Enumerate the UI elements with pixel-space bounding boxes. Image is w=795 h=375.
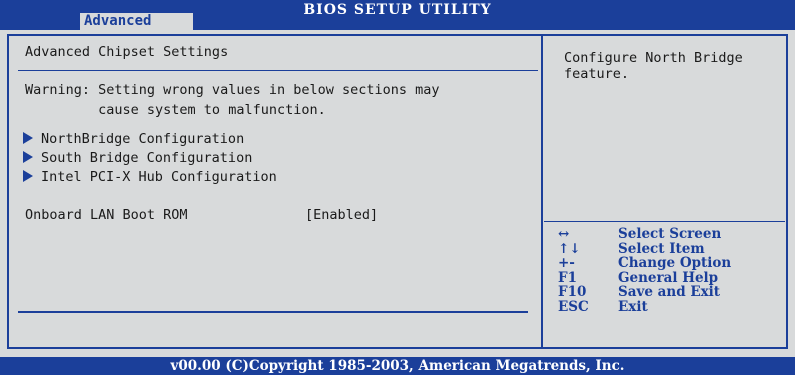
title-bar: BIOS SETUP UTILITY Advanced	[0, 0, 795, 30]
f1-key: F1	[558, 269, 577, 286]
title-divider	[18, 70, 538, 71]
key-legend: ↔ Select Screen ↑↓ Select Item +- Change Op…	[558, 227, 731, 314]
key-row-exit: ESC Exit	[558, 298, 731, 315]
plus-minus-key: +-	[558, 255, 575, 271]
menu-item-label: South Bridge Configuration	[41, 150, 253, 166]
menu-item-label: Intel PCI-X Hub Configuration	[41, 169, 277, 185]
setting-value-onboard-lan-boot-rom[interactable]: [Enabled]	[305, 207, 378, 223]
panel-bottom-divider	[18, 311, 528, 313]
key-row-select-screen: ↔ Select Screen	[558, 227, 731, 242]
esc-key: ESC	[558, 298, 589, 315]
help-description: Configure North Bridge feature.	[564, 50, 743, 82]
copyright-footer: v00.00 (C)Copyright 1985-2003, American …	[0, 357, 795, 375]
submenu-arrow-icon	[23, 170, 33, 182]
section-title: Advanced Chipset Settings	[25, 44, 229, 60]
f10-key: F10	[558, 284, 587, 300]
up-down-arrow-icon: ↑↓	[558, 240, 581, 257]
key-row-change-option: +- Change Option	[558, 256, 731, 271]
settings-panel: Advanced Chipset Settings Warning: Setti…	[7, 34, 542, 349]
setting-onboard-lan-boot-rom[interactable]: Onboard LAN Boot ROM	[25, 207, 188, 223]
help-divider	[544, 221, 785, 222]
help-panel: Configure North Bridge feature. ↔ Select …	[542, 34, 788, 349]
tab-advanced[interactable]: Advanced	[80, 13, 193, 30]
menu-item-pcix-hub[interactable]: Intel PCI-X Hub Configuration	[23, 169, 277, 185]
menu-item-label: NorthBridge Configuration	[41, 131, 245, 147]
menu-item-southbridge[interactable]: South Bridge Configuration	[23, 150, 252, 166]
key-row-select-item: ↑↓ Select Item	[558, 240, 731, 257]
key-action: Exit	[618, 298, 648, 315]
key-row-general-help: F1 General Help	[558, 269, 731, 286]
submenu-arrow-icon	[23, 151, 33, 163]
menu-item-northbridge[interactable]: NorthBridge Configuration	[23, 131, 244, 147]
key-row-save-exit: F10 Save and Exit	[558, 285, 731, 300]
warning-text: Warning: Setting wrong values in below s…	[25, 80, 530, 120]
left-right-arrow-icon: ↔	[558, 226, 570, 242]
warning-line-1: Warning: Setting wrong values in below s…	[25, 82, 440, 98]
warning-line-2: cause system to malfunction.	[25, 102, 326, 118]
submenu-arrow-icon	[23, 132, 33, 144]
